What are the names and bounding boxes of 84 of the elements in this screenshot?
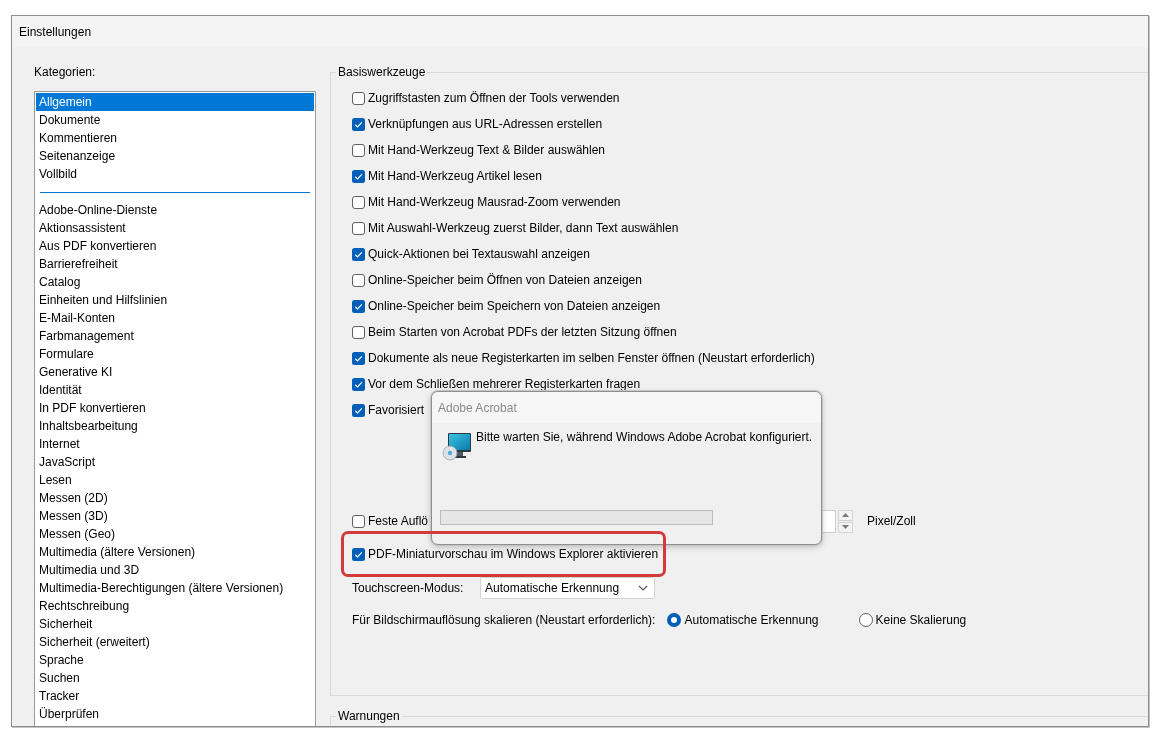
category-item[interactable]: Identität [36,381,314,399]
category-item[interactable]: Internet [36,435,314,453]
checkbox[interactable] [352,547,365,561]
checkbox[interactable] [352,325,365,339]
category-item[interactable]: Allgemein [36,93,314,111]
category-item[interactable]: Seitenanzeige [36,147,314,165]
radio-label: Automatische Erkennung [684,612,819,628]
checkbox-label: Online-Speicher beim Speichern von Dateien anzeigen [368,298,661,314]
window-title: Einstellungen [19,23,92,40]
radio-button[interactable] [667,613,682,627]
checkbox[interactable] [352,247,365,261]
checkbox[interactable] [352,403,365,417]
checkbox[interactable] [352,377,365,391]
category-item[interactable]: Sicherheit [36,615,314,633]
touchscreen-dropdown[interactable]: Automatische Erkennung [480,577,655,599]
checkbox[interactable] [352,169,365,183]
radio-group-label: Für Bildschirmauflösung skalieren (Neustart erforderlich): [352,612,656,628]
dialog-title: Adobe Acrobat [438,399,517,416]
checkbox-label: Mit Auswahl-Werkzeug zuerst Bilder, dann Text auswählen [368,220,679,236]
category-item[interactable]: E-Mail-Konten [36,309,314,327]
checkbox-label: Mit Hand-Werkzeug Text & Bilder auswählen [368,142,605,158]
unit-label: Pixel/Zoll [867,513,916,529]
down-triangle-icon [842,525,849,529]
category-item[interactable]: Vollbild [36,165,314,183]
checkbox-label: Verknüpfungen aus URL-Adressen erstellen [368,116,603,132]
category-item[interactable]: Multimedia-Berechtigungen (ältere Versionen) [36,579,314,597]
radio-label: Keine Skalierung [875,612,967,628]
category-item[interactable]: Messen (Geo) [36,525,314,543]
checkbox[interactable] [352,91,365,105]
dialog-message: Bitte warten Sie, während Windows Adobe Acrobat konfiguriert. [476,429,813,445]
categories-label: Kategorien: [34,64,96,80]
checkbox-label: Feste Auflö [368,513,429,529]
category-item[interactable]: Formulare [36,345,314,363]
checkbox-label: Beim Starten von Acrobat PDFs der letzten Sitzung öffnen [368,324,677,340]
checkbox-label: PDF-Miniaturvorschau im Windows Explorer aktivieren [368,546,659,562]
checkbox[interactable] [352,273,365,287]
category-item[interactable]: Messen (2D) [36,489,314,507]
checkbox-label: Online-Speicher beim Öffnen von Dateien anzeigen [368,272,642,288]
checkbox-label: Mit Hand-Werkzeug Mausrad-Zoom verwenden [368,194,621,210]
checkbox[interactable] [352,514,365,528]
checkbox[interactable] [352,299,365,313]
spin-down-button[interactable] [838,521,853,533]
checkbox[interactable] [352,351,365,365]
checkbox-label: Zugriffstasten zum Öffnen der Tools verwenden [368,90,620,106]
radio-button[interactable] [858,613,873,627]
group-title: Basiswerkzeuge [337,64,427,80]
checkbox-label: Vor dem Schließen mehrerer Registerkarten fragen [368,376,641,392]
checkbox[interactable] [352,221,365,235]
category-item[interactable]: Adobe-Online-Dienste [36,201,314,219]
category-item[interactable]: Barrierefreiheit [36,255,314,273]
category-item[interactable]: Sprache [36,651,314,669]
checkbox-label: Quick-Aktionen bei Textauswahl anzeigen [368,246,590,262]
group-title: Warnungen [337,708,401,724]
dropdown-label: Touchscreen-Modus: [352,580,465,596]
category-item[interactable]: Sicherheit (erweitert) [36,633,314,651]
category-item[interactable]: Messen (3D) [36,507,314,525]
category-item[interactable]: Dokumente [36,111,314,129]
category-item[interactable]: Überprüfen [36,705,314,723]
checkbox[interactable] [352,117,365,131]
category-item[interactable]: In PDF konvertieren [36,399,314,417]
category-item[interactable]: Multimedia und 3D [36,561,314,579]
category-item[interactable]: Inhaltsbearbeitung [36,417,314,435]
checkbox-label: Mit Hand-Werkzeug Artikel lesen [368,168,542,184]
category-item[interactable]: JavaScript [36,453,314,471]
category-item[interactable]: Catalog [36,273,314,291]
category-item[interactable]: Rechtschreibung [36,597,314,615]
category-item[interactable]: Suchen [36,669,314,687]
spin-up-button[interactable] [838,509,853,521]
chevron-down-icon [638,585,648,591]
category-item[interactable]: Lesen [36,471,314,489]
up-triangle-icon [842,513,849,517]
category-item[interactable]: Tracker [36,687,314,705]
checkbox[interactable] [352,143,365,157]
category-item[interactable]: Aktionsassistent [36,219,314,237]
category-item[interactable]: Kommentieren [36,129,314,147]
category-item[interactable]: Aus PDF konvertieren [36,237,314,255]
monitor-disc-icon [442,431,472,461]
category-item[interactable]: Generative KI [36,363,314,381]
checkbox-label: Dokumente als neue Registerkarten im selben Fenster öffnen (Neustart erforderlich) [368,350,815,366]
category-item[interactable]: Farbmanagement [36,327,314,345]
category-item[interactable]: Einheiten und Hilfslinien [36,291,314,309]
category-item[interactable]: Multimedia (ältere Versionen) [36,543,314,561]
checkbox[interactable] [352,195,365,209]
checkbox-label: Favorisiert [368,402,424,418]
